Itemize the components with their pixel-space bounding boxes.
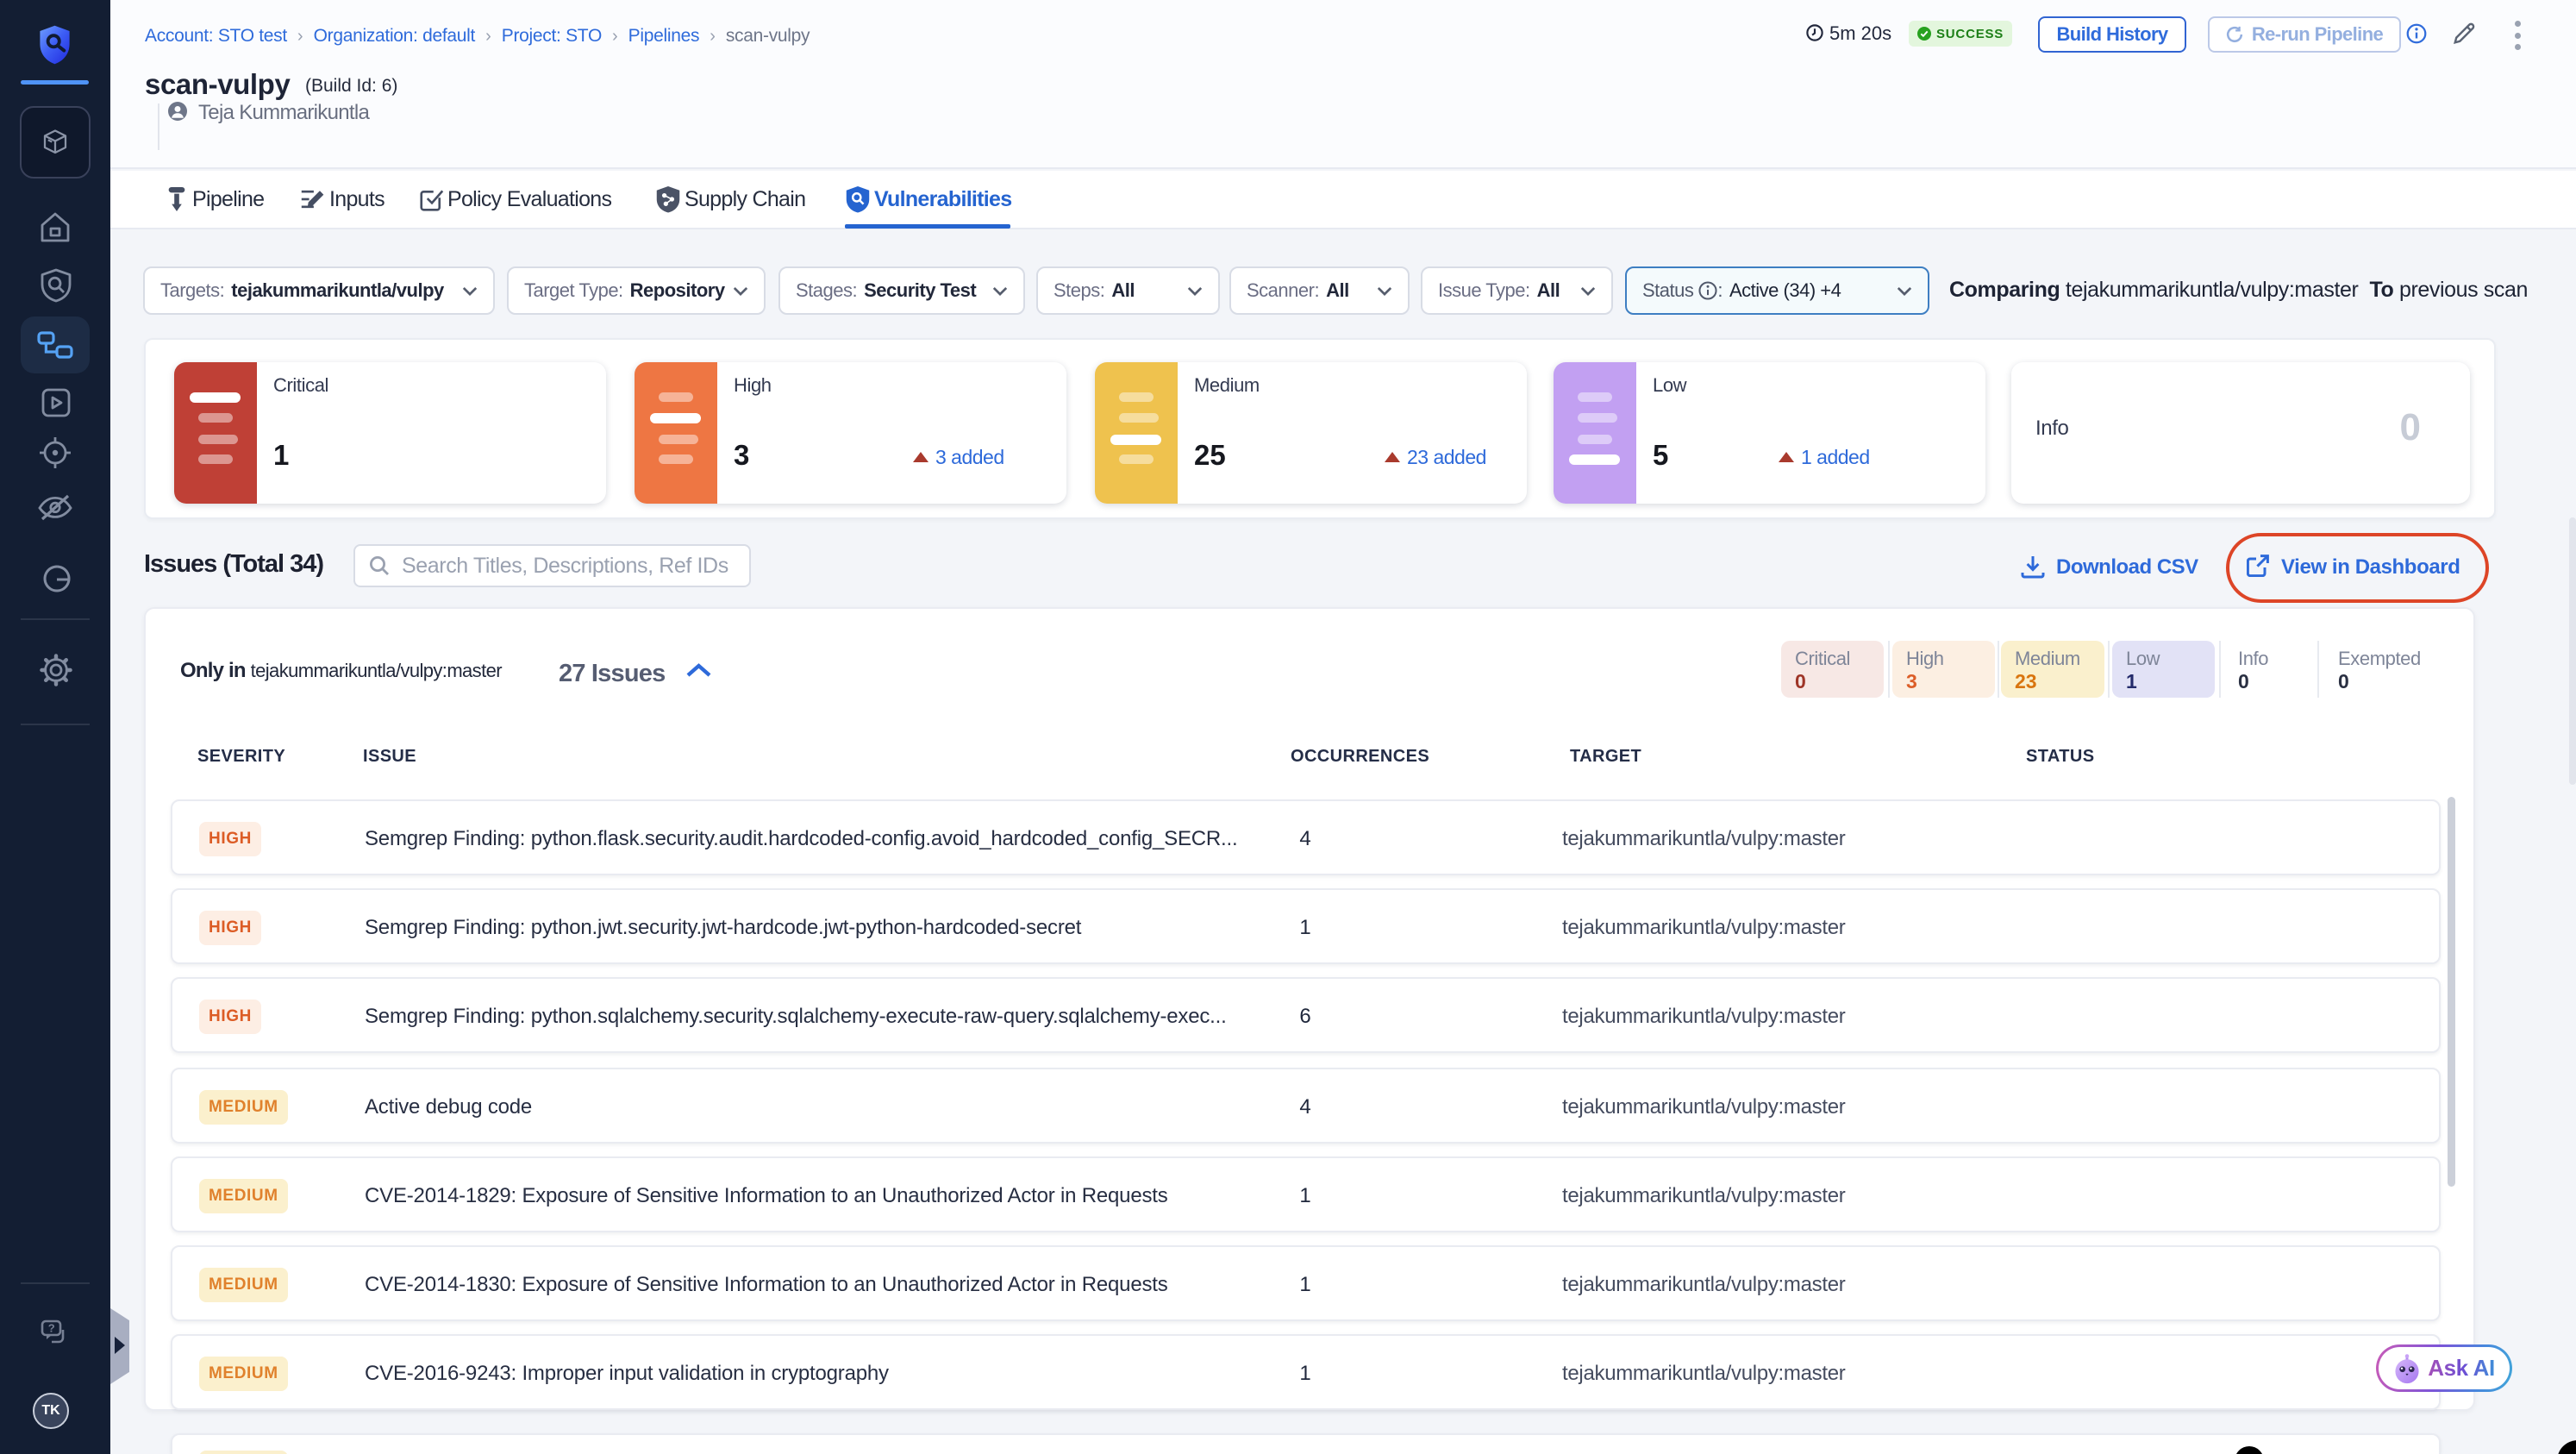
svg-text:?: ? [48, 1322, 55, 1335]
